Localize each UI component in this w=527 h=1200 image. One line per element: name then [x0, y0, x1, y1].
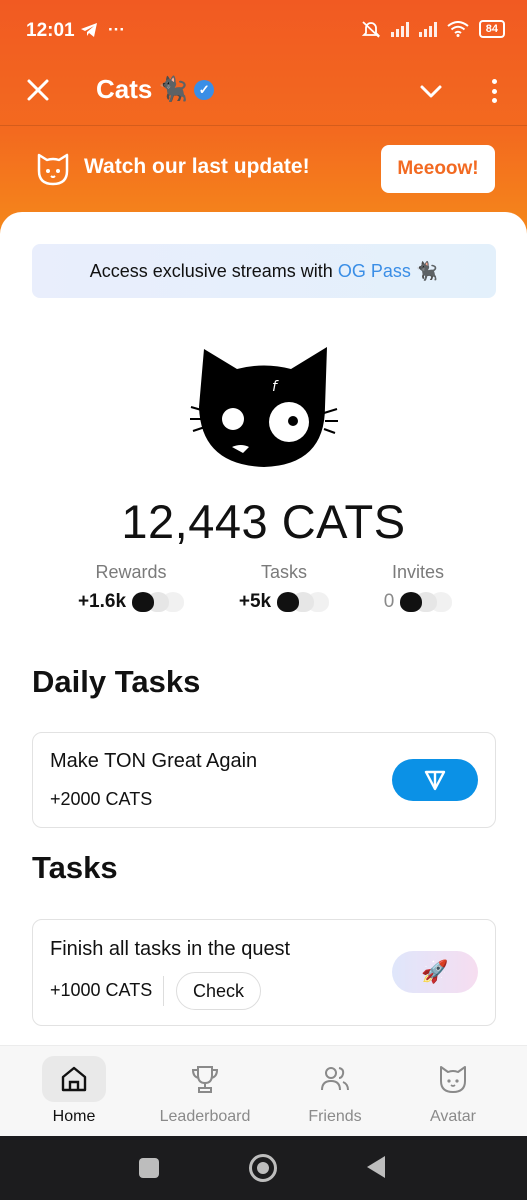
black-cat-emoji: 🐈‍⬛ — [415, 260, 439, 281]
rocket-task-button[interactable]: 🚀 — [392, 951, 478, 993]
nav-label: Friends — [308, 1108, 362, 1125]
app-title-text: Cats — [96, 74, 153, 104]
more-notifications-icon: ··· — [108, 20, 125, 39]
task-card[interactable]: Finish all tasks in the quest +1000 CATS… — [32, 919, 496, 1026]
more-options-icon[interactable] — [486, 76, 502, 106]
signal-icon — [390, 21, 409, 37]
nav-label: Home — [52, 1108, 96, 1125]
og-pass-prefix: Access exclusive streams with — [89, 260, 333, 281]
home-icon — [61, 1066, 87, 1092]
cat-face-icon — [37, 153, 69, 186]
task-reward: +1000 CATS — [50, 980, 153, 1000]
meeoow-button[interactable]: Meeoow! — [381, 145, 495, 193]
avatar-stack — [132, 592, 185, 612]
app-bar: Cats 🐈‍⬛ ✓ — [0, 62, 527, 126]
cats-logo-icon: f — [190, 347, 338, 467]
stat-label: Invites — [391, 562, 445, 582]
og-pass-link[interactable]: OG Pass — [338, 261, 411, 282]
task-title: Make TON Great Again — [50, 750, 258, 772]
cats-balance: 12,443 CATS — [121, 495, 406, 548]
chevron-down-icon[interactable] — [418, 78, 444, 104]
stat-tasks: Tasks +5k — [214, 562, 354, 613]
trophy-icon — [191, 1066, 219, 1093]
screen: 12:01 ··· 84 Cats 🐈‍⬛ ✓ Watch our — [0, 0, 527, 1200]
stat-rewards: Rewards +1.6k — [61, 562, 201, 613]
nav-home[interactable]: Home — [9, 1046, 139, 1126]
stat-value: +1.6k — [77, 591, 127, 612]
og-pass-banner[interactable]: Access exclusive streams with OG Pass 🐈‍… — [32, 244, 496, 298]
main-content: Access exclusive streams with OG Pass 🐈‍… — [0, 212, 527, 1136]
mute-icon — [361, 21, 380, 38]
stats-row: Rewards +1.6k Tasks +5k Invites 0 — [0, 562, 527, 622]
system-navigation-bar — [0, 1136, 527, 1200]
check-button[interactable]: Check — [176, 972, 262, 1010]
black-cat-emoji: 🐈‍⬛ — [158, 76, 189, 103]
back-icon[interactable] — [367, 1156, 385, 1178]
signal-icon-2 — [418, 21, 437, 37]
cat-face-icon — [440, 1066, 466, 1093]
ton-task-button[interactable] — [392, 759, 478, 801]
divider — [163, 976, 164, 1006]
friends-icon — [321, 1067, 349, 1091]
stat-label: Rewards — [95, 562, 167, 582]
telegram-icon — [81, 23, 97, 37]
stat-value: +5k — [238, 591, 272, 612]
nav-avatar[interactable]: Avatar — [388, 1046, 518, 1126]
rocket-icon: 🚀 — [421, 959, 449, 984]
stat-label: Tasks — [260, 562, 307, 582]
banner-text: Watch our last update! — [84, 155, 310, 178]
stat-invites: Invites 0 — [348, 562, 488, 613]
avatar-stack — [400, 592, 453, 612]
battery-indicator: 84 — [478, 20, 505, 38]
bottom-navigation: Home Leaderboard Friends Avatar — [0, 1045, 527, 1136]
nav-leaderboard[interactable]: Leaderboard — [140, 1046, 270, 1126]
status-time: 12:01 — [26, 20, 75, 41]
task-reward: +2000 CATS — [50, 789, 153, 809]
recent-apps-icon[interactable] — [139, 1158, 159, 1178]
daily-task-card[interactable]: Make TON Great Again +2000 CATS — [32, 732, 496, 828]
nav-label: Avatar — [430, 1108, 476, 1125]
daily-tasks-heading: Daily Tasks — [32, 664, 201, 699]
avatar-stack — [277, 592, 330, 612]
app-title: Cats 🐈‍⬛ ✓ — [96, 74, 215, 105]
update-banner: Watch our last update! Meeoow! — [0, 127, 527, 217]
status-bar: 12:01 ··· 84 — [0, 0, 527, 62]
nav-label: Leaderboard — [159, 1108, 251, 1125]
ton-icon — [424, 770, 446, 791]
verified-badge-icon: ✓ — [194, 79, 215, 100]
stat-value: 0 — [383, 591, 395, 612]
tasks-heading: Tasks — [32, 850, 118, 885]
close-icon[interactable] — [24, 76, 52, 104]
home-button-icon[interactable] — [249, 1154, 277, 1182]
task-title: Finish all tasks in the quest — [50, 938, 291, 960]
wifi-icon — [447, 21, 469, 37]
nav-friends[interactable]: Friends — [270, 1046, 400, 1126]
